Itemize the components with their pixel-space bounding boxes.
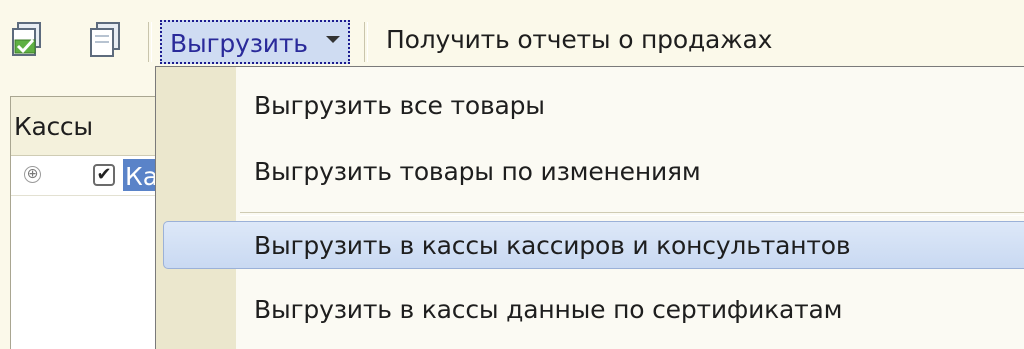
menu-item-unload-all-goods[interactable]: Выгрузить все товары [156,79,1024,133]
menu-item-label: Выгрузить в кассы данные по сертификатам [254,295,843,324]
unload-dropdown-button[interactable]: Выгрузить [160,20,350,64]
menu-item-unload-goods-by-changes[interactable]: Выгрузить товары по изменениям [156,145,1024,199]
menu-separator [240,212,1024,216]
chevron-down-icon [326,36,340,43]
menu-item-label: Выгрузить товары по изменениям [254,157,701,186]
toolbar-separator [148,22,152,62]
menu-item-unload-certificates[interactable]: Выгрузить в кассы данные по сертификатам [156,283,1024,337]
column-header-cash-registers[interactable]: Кассы [14,112,93,141]
expand-icon[interactable]: ⊕ [24,166,41,183]
menu-item-unload-cashiers-consultants[interactable]: Выгрузить в кассы кассиров и консультант… [156,219,1024,273]
unload-dropdown-menu: Выгрузить все товары Выгрузить товары по… [155,66,1024,349]
get-sales-reports-button[interactable]: Получить отчеты о продажах [386,25,772,54]
unload-dropdown-label: Выгрузить [170,29,308,58]
toolbar-separator [364,22,368,62]
checked-copy-icon[interactable] [8,20,48,60]
copy-icon[interactable] [85,20,125,60]
menu-item-label: Выгрузить в кассы кассиров и консультант… [254,231,851,260]
tree-row-label: Ка [125,162,159,191]
menu-item-label: Выгрузить все товары [254,91,545,120]
row-checkbox[interactable]: ✔ [93,164,115,186]
